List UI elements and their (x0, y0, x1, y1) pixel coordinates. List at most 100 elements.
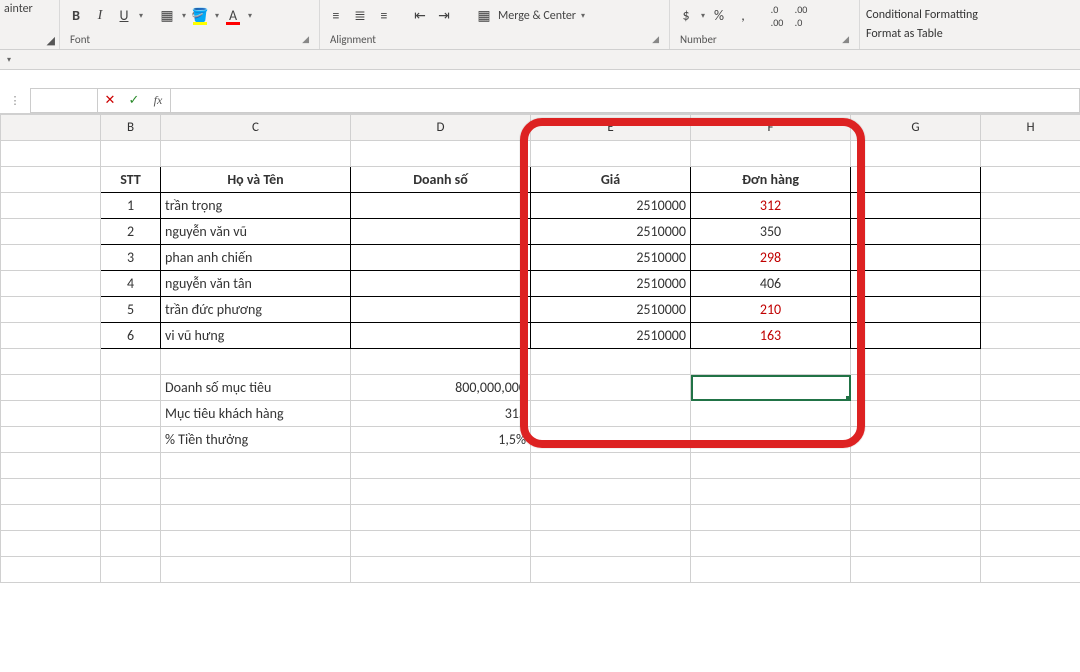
cell-donhang[interactable]: 312 (691, 193, 851, 219)
col-header[interactable]: F (691, 115, 851, 141)
cell-gia[interactable]: 2510000 (531, 271, 691, 297)
cancel-icon[interactable]: ✕ (98, 93, 122, 108)
cell-doanhso[interactable] (351, 323, 531, 349)
align-right-button[interactable]: ≡ (374, 6, 394, 26)
fx-button[interactable]: fx (146, 93, 170, 108)
customise-qat-icon[interactable]: ▾ (7, 55, 11, 65)
cell-blank[interactable] (851, 245, 981, 271)
font-color-button[interactable]: A (223, 6, 243, 26)
cell-doanhso[interactable] (351, 245, 531, 271)
cell-hoten[interactable]: vi vũ hưng (161, 323, 351, 349)
cell-doanhso[interactable] (351, 271, 531, 297)
cell-donhang[interactable]: 350 (691, 219, 851, 245)
cell-stt[interactable]: 1 (101, 193, 161, 219)
underline-button[interactable]: U (114, 6, 134, 26)
summary-label[interactable]: % Tiền thưởng (161, 427, 351, 453)
table-header[interactable]: STT (101, 167, 161, 193)
increase-indent-button[interactable]: ⇥ (434, 6, 454, 26)
cell-gia[interactable]: 2510000 (531, 323, 691, 349)
enter-icon[interactable]: ✓ (122, 93, 146, 108)
summary-value[interactable]: 800,000,000 (351, 375, 531, 401)
table-header[interactable]: Đơn hàng (691, 167, 851, 193)
col-header[interactable]: H (981, 115, 1080, 141)
table-header[interactable]: Giá (531, 167, 691, 193)
table-row: 3phan anh chiến 2510000298 (1, 245, 1080, 271)
italic-button[interactable]: I (90, 6, 110, 26)
table-row: 5trần đức phương 2510000210 (1, 297, 1080, 323)
bold-button[interactable]: B (66, 6, 86, 26)
cell-hoten[interactable]: nguyễn văn tân (161, 271, 351, 297)
cell-hoten[interactable]: trần trọng (161, 193, 351, 219)
summary-value[interactable]: 315 (351, 401, 531, 427)
format-as-table-button[interactable]: Format as Table (866, 27, 943, 41)
cell-donhang[interactable]: 163 (691, 323, 851, 349)
col-header[interactable]: G (851, 115, 981, 141)
chevron-down-icon[interactable]: ▾ (182, 11, 186, 21)
cell-blank[interactable] (851, 193, 981, 219)
col-header[interactable]: B (101, 115, 161, 141)
worksheet[interactable]: B C D E F G H STT Họ và Tên Doanh số Giá… (0, 114, 1080, 583)
cell-doanhso[interactable] (351, 219, 531, 245)
col-header[interactable]: E (531, 115, 691, 141)
col-header[interactable]: D (351, 115, 531, 141)
conditional-formatting-button[interactable]: Conditional Formatting (866, 8, 978, 22)
col-header[interactable]: C (161, 115, 351, 141)
cell-gia[interactable]: 2510000 (531, 297, 691, 323)
decrease-decimal-button[interactable]: .00.0 (791, 6, 811, 26)
cell-stt[interactable]: 2 (101, 219, 161, 245)
table-header[interactable]: Họ và Tên (161, 167, 351, 193)
alignment-group: ≡ ≣ ≡ ⇤ ⇥ ▦ Merge & Center ▾ Alignment◢ (320, 0, 670, 49)
chevron-down-icon[interactable]: ▾ (701, 11, 705, 21)
cell-donhang[interactable]: 298 (691, 245, 851, 271)
borders-button[interactable]: ▦ (157, 6, 177, 26)
chevron-down-icon[interactable]: ▾ (215, 11, 219, 21)
cell-blank[interactable] (851, 323, 981, 349)
cell-stt[interactable]: 6 (101, 323, 161, 349)
cell-hoten[interactable]: phan anh chiến (161, 245, 351, 271)
cell-donhang[interactable]: 210 (691, 297, 851, 323)
column-header-row: B C D E F G H (1, 115, 1080, 141)
comma-format-button[interactable]: , (733, 6, 753, 26)
increase-decimal-button[interactable]: .0.00 (767, 6, 787, 26)
dialog-launcher-icon[interactable]: ◢ (302, 34, 309, 45)
cell-gia[interactable]: 2510000 (531, 245, 691, 271)
formula-bar: ⋮ ✕ ✓ fx (0, 88, 1080, 114)
cell-stt[interactable]: 4 (101, 271, 161, 297)
align-center-button[interactable]: ≣ (350, 6, 370, 26)
merge-center-button[interactable]: Merge & Center (498, 9, 576, 23)
formula-input[interactable] (171, 88, 1080, 113)
cell-donhang[interactable]: 406 (691, 271, 851, 297)
accounting-format-button[interactable]: $ (676, 6, 696, 26)
table-header[interactable]: Doanh số (351, 167, 531, 193)
cell-doanhso[interactable] (351, 297, 531, 323)
align-left-button[interactable]: ≡ (326, 6, 346, 26)
name-box[interactable] (30, 88, 98, 113)
decrease-indent-button[interactable]: ⇤ (410, 6, 430, 26)
dialog-launcher-icon[interactable]: ◢ (652, 34, 659, 45)
cell-stt[interactable]: 5 (101, 297, 161, 323)
ribbon-collapse-strip: ▾ (0, 50, 1080, 70)
group-label: Number (680, 33, 717, 46)
chevron-down-icon[interactable]: ▾ (139, 11, 143, 21)
cell-gia[interactable]: 2510000 (531, 193, 691, 219)
format-painter-label[interactable]: ainter (0, 0, 59, 18)
summary-label[interactable]: Doanh số mục tiêu (161, 375, 351, 401)
summary-label[interactable]: Mục tiêu khách hàng (161, 401, 351, 427)
percent-format-button[interactable]: % (709, 6, 729, 26)
chevron-down-icon[interactable]: ▾ (248, 11, 252, 21)
dialog-launcher-icon[interactable]: ◢ (842, 34, 849, 45)
chevron-down-icon[interactable]: ▾ (581, 11, 585, 21)
cell-blank[interactable] (851, 271, 981, 297)
col-header[interactable] (1, 115, 101, 141)
active-cell[interactable] (691, 375, 851, 401)
cell-blank[interactable] (851, 297, 981, 323)
cell-doanhso[interactable] (351, 193, 531, 219)
cell-hoten[interactable]: nguyễn văn vũ (161, 219, 351, 245)
cell-gia[interactable]: 2510000 (531, 219, 691, 245)
cell-blank[interactable] (851, 219, 981, 245)
cell-hoten[interactable]: trần đức phương (161, 297, 351, 323)
fill-color-button[interactable]: 🪣 (190, 6, 210, 26)
cell-stt[interactable]: 3 (101, 245, 161, 271)
summary-value[interactable]: 1,5% (351, 427, 531, 453)
dialog-launcher-icon[interactable]: ◢ (47, 34, 55, 47)
